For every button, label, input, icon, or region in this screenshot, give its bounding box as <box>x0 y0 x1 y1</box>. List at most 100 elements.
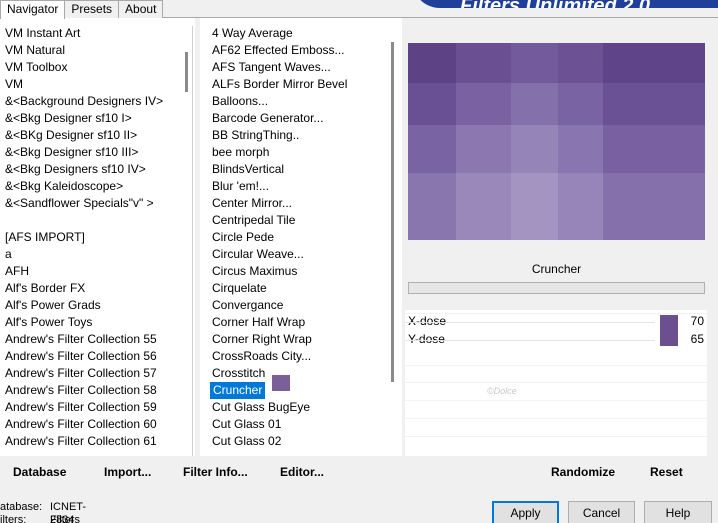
filter-item-label: Centripedal Tile <box>212 213 296 227</box>
filter-scrollbar-thumb[interactable] <box>391 42 394 382</box>
database-button[interactable]: Database <box>13 465 66 479</box>
filter-item[interactable]: Circular Weave... <box>212 246 402 263</box>
status-database-label: atabase: <box>0 501 43 513</box>
category-item[interactable]: Andrew's Filter Collection 61 <box>5 433 195 450</box>
app-banner: Filters Unlimited 2.0 <box>412 0 718 8</box>
filter-item[interactable]: ALFs Border Mirror Bevel <box>212 76 402 93</box>
category-scrollbar-thumb[interactable] <box>185 52 188 92</box>
filter-item[interactable]: Corner Half Wrap <box>212 314 402 331</box>
category-item[interactable]: VM <box>5 76 195 93</box>
filter-item[interactable]: Circus Maximus <box>212 263 402 280</box>
category-item[interactable]: [AFS IMPORT] <box>5 229 195 246</box>
preview-tile <box>603 173 705 240</box>
category-item[interactable]: a <box>5 246 195 263</box>
parameter-panel: X-dose 70 Y-dose 65 ©Dolce <box>405 310 707 456</box>
category-item[interactable]: Alf's Border FX <box>5 280 195 297</box>
import-button[interactable]: Import... <box>104 465 151 479</box>
filter-item-label: Corner Right Wrap <box>212 332 312 346</box>
filter-item-label: Cruncher <box>210 382 266 399</box>
category-item[interactable]: Andrew's Filter Collection 58 <box>5 382 195 399</box>
category-item[interactable]: Andrew's Filter Collection 59 <box>5 399 195 416</box>
filter-item[interactable]: Balloons... <box>212 93 402 110</box>
param-value: 65 <box>690 332 704 346</box>
category-item[interactable]: &<Sandflower Specials"v" > <box>5 195 195 212</box>
filter-item-label: BlindsVertical <box>212 162 285 176</box>
category-item[interactable]: &<Bkg Designers sf10 IV> <box>5 161 195 178</box>
filter-item-label: AF62 Effected Emboss... <box>212 43 345 57</box>
status-filters: ilters: 2834 <box>0 514 74 523</box>
category-item[interactable]: VM Instant Art <box>5 25 195 42</box>
filter-item-label: Cut Glass 01 <box>212 417 282 431</box>
category-item[interactable]: Andrew's Filter Collection 56 <box>5 348 195 365</box>
param-divider <box>405 365 707 366</box>
filter-item[interactable]: BlindsVertical <box>212 161 402 178</box>
watermark-logo: ©Dolce <box>487 386 517 396</box>
filter-item[interactable]: 4 Way Average <box>212 25 402 42</box>
param-row-x-dose[interactable]: X-dose 70 <box>405 313 707 332</box>
filter-item-label: Corner Half Wrap <box>212 315 306 329</box>
filter-item[interactable]: Corner Right Wrap <box>212 331 402 348</box>
param-value: 70 <box>690 314 704 328</box>
banner-title: Filters Unlimited 2.0 <box>460 0 650 8</box>
filter-item[interactable]: Cut Glass 01 <box>212 416 402 433</box>
randomize-button[interactable]: Randomize <box>551 465 615 479</box>
status-database: atabase: ICNET-Filters <box>0 501 86 523</box>
filter-item[interactable]: Circle Pede <box>212 229 402 246</box>
filter-item[interactable]: Cut Glass 02 <box>212 433 402 450</box>
tab-bar: Navigator Presets About <box>0 0 164 19</box>
reset-button[interactable]: Reset <box>650 465 683 479</box>
filter-item[interactable]: BB StringThing.. <box>212 127 402 144</box>
slider-track[interactable] <box>405 340 655 341</box>
filter-info-button[interactable]: Filter Info... <box>183 465 248 479</box>
tab-presets[interactable]: Presets <box>64 0 120 18</box>
filter-item[interactable]: AF62 Effected Emboss... <box>212 42 402 59</box>
tab-navigator[interactable]: Navigator <box>0 0 66 19</box>
filter-item[interactable]: Centripedal Tile <box>212 212 402 229</box>
filter-item[interactable]: Barcode Generator... <box>212 110 402 127</box>
tab-about[interactable]: About <box>118 0 164 18</box>
category-list[interactable]: VM Instant Art VM Natural VM Toolbox VM &<Ba… <box>0 18 195 456</box>
category-item[interactable]: VM Natural <box>5 42 195 59</box>
filter-item[interactable]: Blur 'em!... <box>212 178 402 195</box>
category-item[interactable]: VM Toolbox <box>5 59 195 76</box>
category-item[interactable]: Alf's Power Grads <box>5 297 195 314</box>
param-row-y-dose[interactable]: Y-dose 65 <box>405 329 707 348</box>
category-item[interactable]: &<BKg Designer sf10 II> <box>5 127 195 144</box>
cancel-button[interactable]: Cancel <box>568 501 635 523</box>
category-item[interactable]: AFH <box>5 263 195 280</box>
help-button[interactable]: Help <box>644 501 712 523</box>
filter-item[interactable]: Cut Glass BugEye <box>212 399 402 416</box>
filter-item-label: Convergance <box>212 298 284 312</box>
category-item[interactable]: &<Bkg Kaleidoscope> <box>5 178 195 195</box>
category-item[interactable]: &<Bkg Designer sf10 I> <box>5 110 195 127</box>
apply-button[interactable]: Apply <box>492 501 559 523</box>
category-item[interactable]: Alf's Power Toys <box>5 314 195 331</box>
category-item[interactable]: &<Bkg Designer sf10 III> <box>5 144 195 161</box>
filter-item[interactable]: Convergance <box>212 297 402 314</box>
status-filters-label: ilters: <box>0 514 27 523</box>
filter-item[interactable]: Cruncher <box>210 375 402 399</box>
filter-item[interactable]: bee morph <box>212 144 402 161</box>
category-item[interactable]: Andrew's Filter Collection 55 <box>5 331 195 348</box>
filter-item[interactable]: CrossRoads City... <box>212 348 402 365</box>
slider-track[interactable] <box>405 322 655 323</box>
filter-item-label: AFS Tangent Waves... <box>212 60 331 74</box>
preview-tile <box>603 83 705 125</box>
status-filters-value: 2834 <box>50 514 75 523</box>
category-item[interactable]: Andrew's Filter Collection 60 <box>5 416 195 433</box>
filter-item-label: Balloons... <box>212 94 269 108</box>
filter-item-label: Cirquelate <box>212 281 267 295</box>
filter-item-label: Center Mirror... <box>212 196 293 210</box>
category-scrollbar-track[interactable] <box>192 26 193 456</box>
filter-list[interactable]: 4 Way Average AF62 Effected Emboss... AFS … <box>200 18 402 456</box>
category-item[interactable]: Andrew's Filter Collection 57 <box>5 365 195 382</box>
filter-item[interactable]: AFS Tangent Waves... <box>212 59 402 76</box>
filter-item[interactable]: Crosstitch <box>212 365 402 382</box>
editor-button[interactable]: Editor... <box>280 465 324 479</box>
filter-item[interactable]: Center Mirror... <box>212 195 402 212</box>
category-item[interactable] <box>5 212 195 229</box>
category-item[interactable]: &<Background Designers IV> <box>5 93 195 110</box>
filter-item[interactable]: Cirquelate <box>212 280 402 297</box>
filter-item-label: Circular Weave... <box>212 247 304 261</box>
filter-item-label: BB StringThing.. <box>212 128 300 142</box>
